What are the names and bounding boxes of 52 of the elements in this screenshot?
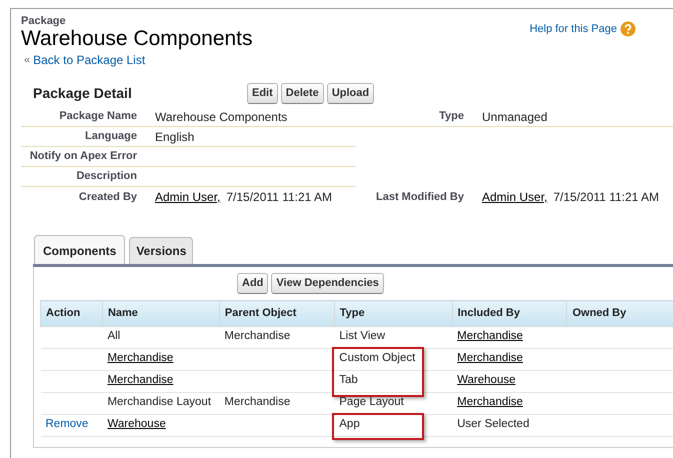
back-arrow-icon: «: [24, 52, 30, 68]
action-button[interactable]: Delete: [280, 83, 324, 104]
table-cell: List View: [339, 330, 386, 342]
included-by-link[interactable]: Merchandise: [457, 352, 523, 364]
user-link[interactable]: Admin User,: [482, 188, 548, 206]
component-link[interactable]: Merchandise: [107, 374, 174, 386]
page-title: Warehouse Components: [21, 27, 253, 51]
section-title: Package Detail: [32, 84, 133, 103]
action-button[interactable]: View Dependencies: [271, 273, 384, 294]
help-link[interactable]: Help for this Page: [530, 21, 617, 38]
included-by-link[interactable]: Merchandise: [457, 330, 523, 342]
table-cell: User Selected: [457, 418, 530, 430]
included-by-link[interactable]: Warehouse: [457, 374, 516, 386]
tab[interactable]: Components: [34, 235, 126, 264]
user-link[interactable]: Admin User,: [155, 188, 220, 206]
page-kicker: Package: [21, 15, 67, 27]
table-cell: Tab: [339, 374, 358, 386]
field-label: Last Modified By: [376, 190, 464, 205]
table-cell: Page Layout: [339, 396, 404, 408]
field-value: Warehouse Components: [155, 108, 288, 126]
back-link[interactable]: Back to Package List: [33, 51, 146, 69]
field-value: 7/15/2011 11:21 AM: [226, 189, 332, 206]
action-button[interactable]: Upload: [326, 83, 374, 104]
field-label: Package Name: [59, 109, 137, 124]
field-value: 7/15/2011 11:21 AM: [553, 189, 659, 206]
table-cell: All: [107, 330, 120, 342]
column-header: Included By: [452, 300, 567, 326]
action-button[interactable]: Edit: [247, 83, 278, 104]
field-value: Unmanaged: [482, 108, 548, 126]
field-label: Language: [85, 129, 137, 144]
field-value: English: [155, 128, 194, 146]
component-link[interactable]: Warehouse: [107, 418, 166, 430]
table-cell: App: [339, 418, 360, 430]
column-header: Type: [334, 300, 452, 326]
table-cell: Merchandise: [224, 330, 290, 342]
tab[interactable]: Versions: [129, 237, 194, 264]
column-header: Name: [102, 300, 220, 326]
help-icon[interactable]: [620, 21, 636, 38]
table-cell: Merchandise: [224, 396, 290, 408]
remove-link[interactable]: Remove: [46, 418, 88, 430]
component-link[interactable]: Merchandise: [107, 352, 174, 364]
table-cell: Merchandise Layout: [107, 396, 212, 408]
field-label: Type: [439, 109, 464, 124]
field-label: Description: [76, 169, 137, 184]
column-header: Parent Object: [219, 300, 334, 326]
action-button[interactable]: Add: [237, 273, 268, 294]
field-label: Created By: [78, 190, 137, 205]
included-by-link[interactable]: Merchandise: [457, 396, 523, 408]
field-label: Notify on Apex Error: [30, 149, 137, 164]
column-header: Action: [40, 300, 102, 326]
table-cell: Custom Object: [339, 352, 416, 364]
column-header: Owned By: [566, 300, 673, 326]
